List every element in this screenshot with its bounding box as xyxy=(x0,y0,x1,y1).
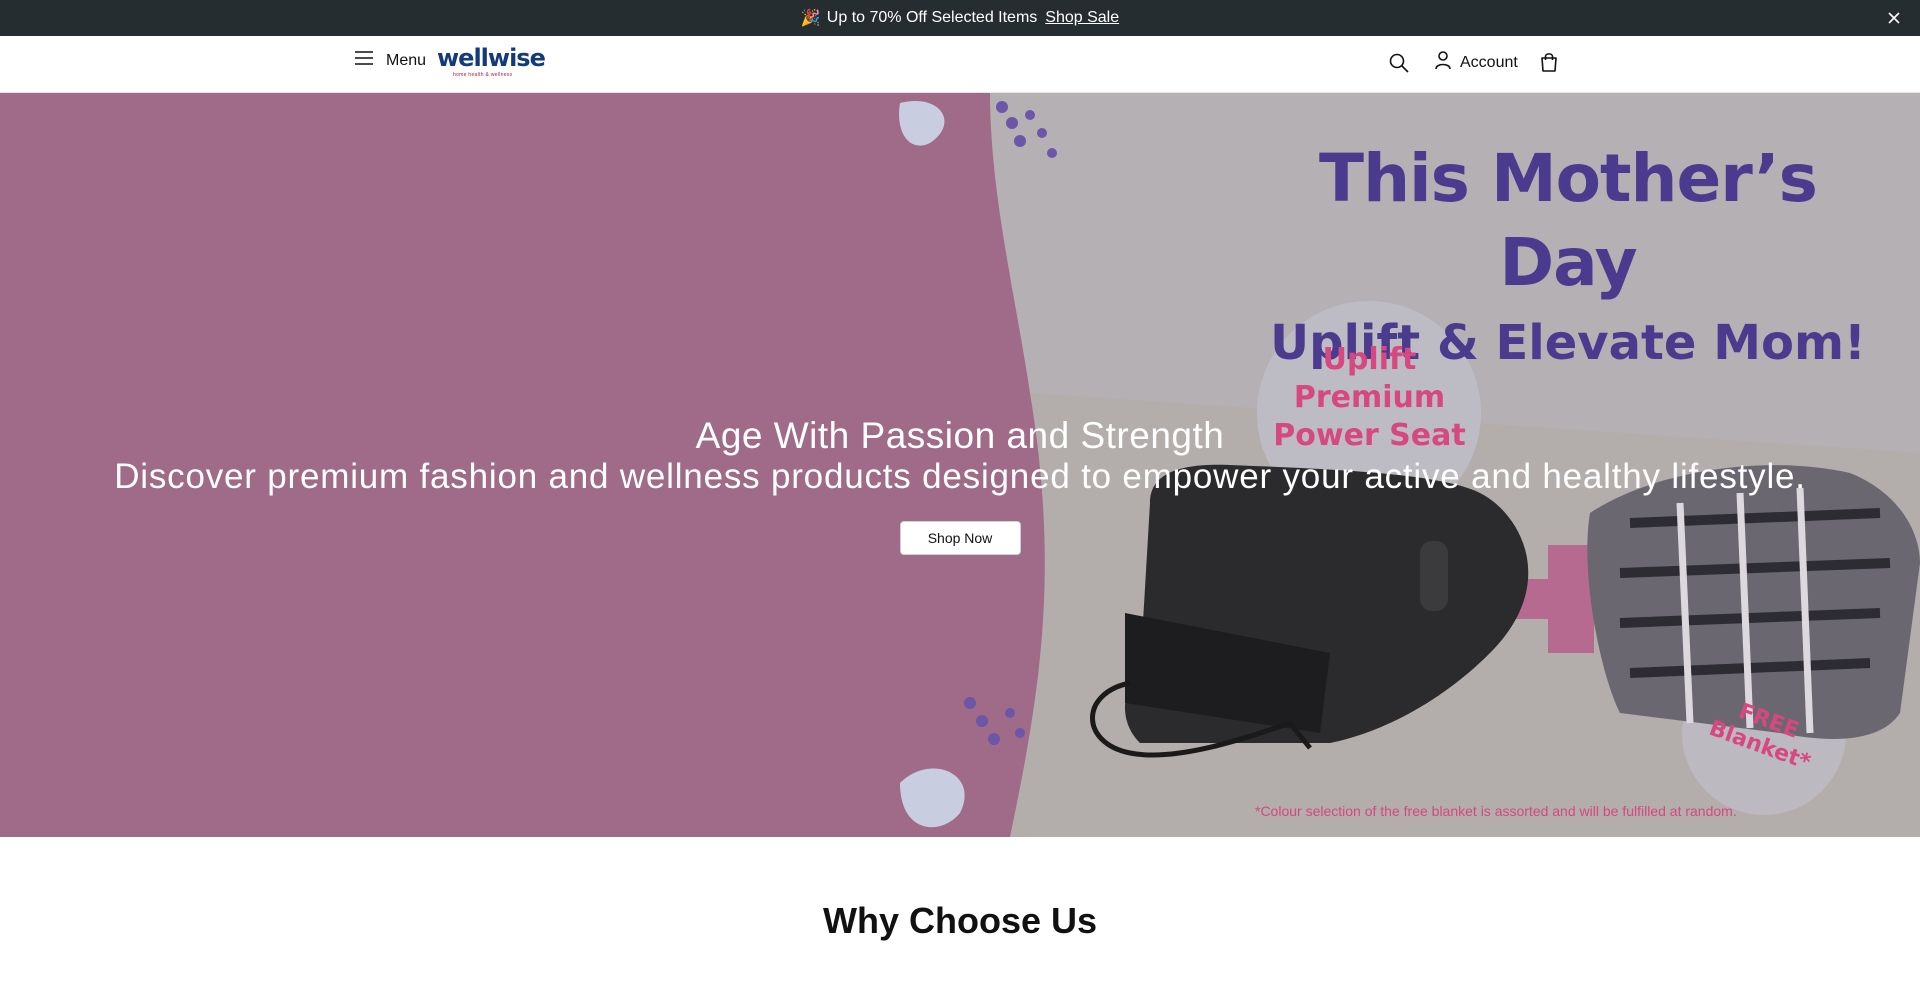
party-popper-icon: 🎉 xyxy=(800,10,821,27)
hero-headline: Age With Passion and Strength xyxy=(695,415,1225,456)
menu-label: Menu xyxy=(386,51,427,69)
logo-tagline: home health & wellness xyxy=(453,72,513,78)
hero-content: Age With Passion and Strength Discover p… xyxy=(0,93,1920,837)
wellwise-logo[interactable]: wellwise home health & wellness xyxy=(437,44,546,82)
shop-sale-link[interactable]: Shop Sale xyxy=(1045,9,1119,27)
account-label: Account xyxy=(1460,53,1518,71)
shopping-bag-icon[interactable] xyxy=(1538,51,1560,73)
user-icon xyxy=(1434,50,1452,75)
shop-now-button[interactable]: Shop Now xyxy=(899,521,1021,555)
hero-subheadline: Discover premium fashion and wellness pr… xyxy=(114,457,1806,496)
close-icon[interactable] xyxy=(1884,8,1904,28)
why-choose-us-heading: Why Choose Us xyxy=(822,900,1098,941)
announcement-bar: 🎉 Up to 70% Off Selected Items Shop Sale xyxy=(0,0,1920,36)
account-link[interactable]: Account xyxy=(1434,50,1518,75)
announcement-text: Up to 70% Off Selected Items xyxy=(826,9,1038,26)
menu-button[interactable]: Menu xyxy=(354,50,426,71)
hamburger-icon xyxy=(354,50,374,71)
hero-banner: This Mother’s Day Uplift & Elevate Mom! … xyxy=(0,93,1920,837)
search-icon[interactable] xyxy=(1388,52,1410,74)
site-header: Menu wellwise home health & wellness Acc… xyxy=(0,36,1920,93)
logo-wordmark: wellwise xyxy=(437,44,546,72)
